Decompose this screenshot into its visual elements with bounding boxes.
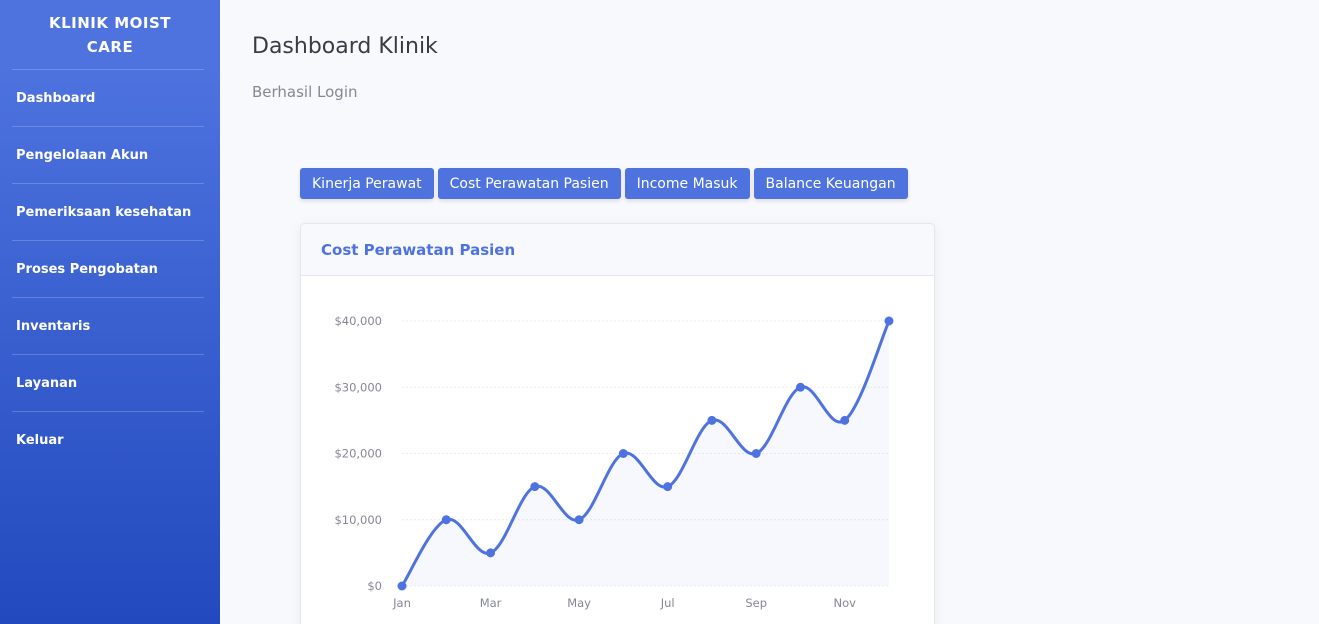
y-tick-label: $10,000 bbox=[334, 513, 382, 527]
login-status-text: Berhasil Login bbox=[252, 83, 358, 101]
data-point bbox=[795, 382, 805, 392]
y-tick-label: $30,000 bbox=[334, 380, 382, 394]
x-tick-label: May bbox=[567, 596, 591, 610]
chart-card-title: Cost Perawatan Pasien bbox=[301, 224, 934, 276]
sidebar: KLINIK MOIST CARE Dashboard Pengelolaan … bbox=[0, 0, 220, 624]
data-point bbox=[707, 415, 717, 425]
data-point bbox=[663, 482, 673, 492]
x-tick-label: Jan bbox=[392, 596, 411, 610]
data-point bbox=[884, 316, 894, 326]
data-point bbox=[530, 482, 540, 492]
cost-perawatan-pasien-button[interactable]: Cost Perawatan Pasien bbox=[437, 168, 621, 199]
x-tick-label: Nov bbox=[834, 596, 857, 610]
sidebar-item-pemeriksaan-kesehatan[interactable]: Pemeriksaan kesehatan bbox=[0, 184, 220, 240]
chart-card: Cost Perawatan Pasien $0 $10,000 $20,000 $3… bbox=[300, 223, 935, 624]
y-tick-label: $20,000 bbox=[334, 447, 382, 461]
data-point bbox=[618, 449, 628, 458]
data-point bbox=[840, 415, 850, 425]
x-tick-label: Mar bbox=[480, 596, 502, 610]
y-tick-label: $40,000 bbox=[334, 314, 382, 328]
kinerja-perawat-button[interactable]: Kinerja Perawat bbox=[300, 168, 434, 199]
sidebar-item-dashboard[interactable]: Dashboard bbox=[0, 70, 220, 126]
data-point bbox=[486, 548, 496, 558]
sidebar-brand[interactable]: KLINIK MOIST CARE bbox=[0, 0, 220, 69]
x-tick-label: Sep bbox=[745, 596, 767, 610]
sidebar-item-proses-pengobatan[interactable]: Proses Pengobatan bbox=[0, 241, 220, 297]
sidebar-item-pengelolaan-akun[interactable]: Pengelolaan Akun bbox=[0, 127, 220, 183]
sidebar-item-keluar[interactable]: Keluar bbox=[0, 412, 220, 468]
data-point bbox=[441, 515, 451, 525]
y-tick-label: $0 bbox=[367, 579, 382, 593]
report-button-group: Kinerja Perawat Cost Perawatan Pasien In… bbox=[300, 168, 908, 199]
sidebar-item-layanan[interactable]: Layanan bbox=[0, 355, 220, 411]
income-masuk-button[interactable]: Income Masuk bbox=[624, 168, 750, 199]
page-title: Dashboard Klinik bbox=[252, 34, 438, 59]
line-chart: $0 $10,000 $20,000 $30,000 $40,000 Jan Mar May J… bbox=[334, 314, 894, 610]
sidebar-item-inventaris[interactable]: Inventaris bbox=[0, 298, 220, 354]
main-content: Dashboard Klinik Berhasil Login Kinerja … bbox=[220, 0, 1319, 624]
balance-keuangan-button[interactable]: Balance Keuangan bbox=[753, 168, 908, 199]
data-point bbox=[397, 581, 407, 591]
data-point bbox=[751, 449, 761, 458]
x-tick-label: Jul bbox=[660, 596, 675, 610]
data-point bbox=[574, 515, 584, 525]
